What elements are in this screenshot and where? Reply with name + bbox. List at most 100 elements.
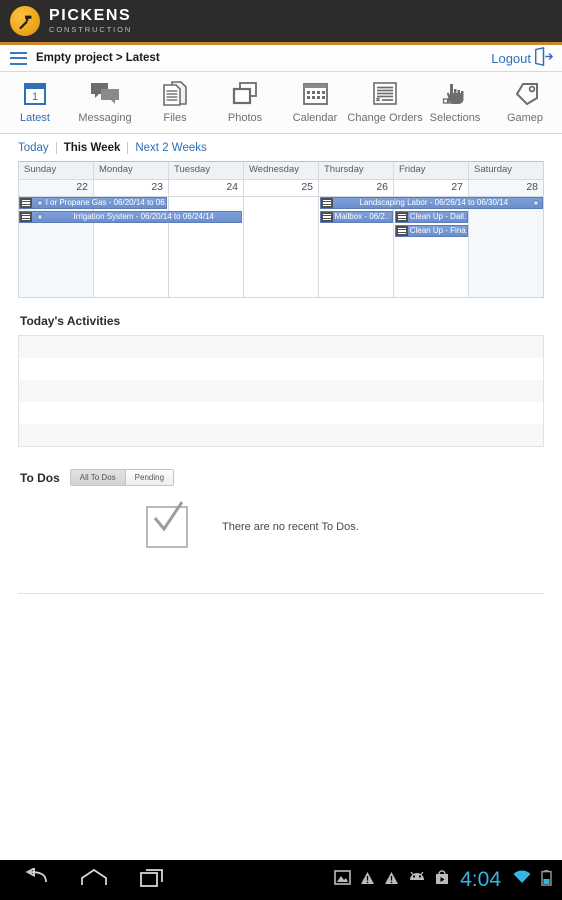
todos-filter-group: All To Dos Pending [69,469,175,486]
todos-header: To Dos All To Dos Pending [20,469,544,486]
calendar-wrapper: Sunday 22 Monday 23 Tuesday 24 Wednesday… [18,161,544,298]
calendar-day-one-icon: 1 [21,77,49,111]
calendar-column-thursday[interactable]: Thursday 26 [319,162,394,297]
warning-triangle-icon[interactable] [360,871,375,890]
chat-bubbles-icon [90,77,120,111]
calendar-event[interactable]: Irrigation System - 06/20/14 to 06/24/14 [19,211,243,223]
calendar-column-saturday[interactable]: Saturday 28 [469,162,543,297]
tab-next-2-weeks[interactable]: Next 2 Weeks [128,142,213,154]
todos-empty-message: There are no recent To Dos. [222,521,359,533]
nav-item-files[interactable]: Files [140,77,210,124]
photos-stack-icon [231,77,259,111]
logout-button[interactable]: Logout [491,47,554,69]
day-number: 22 [19,180,93,197]
day-body[interactable] [469,197,543,297]
tab-today[interactable]: Today [18,142,56,154]
event-lines-icon [20,212,32,222]
breadcrumb: Empty project > Latest [36,52,160,64]
event-start-dot [37,214,43,220]
brand-subtitle: CONSTRUCTION [49,25,133,35]
list-menu-icon[interactable] [10,51,27,65]
gameplan-tag-icon [510,77,540,111]
calendar-event-label: Clean Up - Dail.. [409,212,467,221]
day-number: 27 [394,180,468,197]
todos-filter-all[interactable]: All To Dos [70,470,125,485]
day-name: Saturday [469,162,543,180]
todos-title: To Dos [20,470,60,485]
screenshot-image-icon[interactable] [334,870,351,890]
activity-row [19,336,543,358]
day-number: 24 [169,180,243,197]
calendar-event[interactable]: Clean Up - Dail.. [394,211,468,223]
calendar-event-label: Irrigation System - 06/20/14 to 06/24/14 [73,212,214,221]
hand-pointer-icon [441,77,469,111]
calendar-event[interactable]: Landscaping Labor - 06/26/14 to 06/30/14 [319,197,543,209]
event-lines-icon [320,198,333,208]
calendar-event-label: Mailbox - 06/2.. [334,212,390,221]
system-clock: 4:04 [460,868,501,891]
event-lines-icon [395,226,408,236]
form-lines-icon [371,77,399,111]
calendar-event[interactable]: Mailbox - 06/2.. [319,211,393,223]
checkbox-checked-icon [146,501,188,548]
calendar-column-wednesday[interactable]: Wednesday 25 [244,162,319,297]
nav-item-selections[interactable]: Selections [420,77,490,124]
nav-item-label: Selections [429,112,481,124]
calendar-column-tuesday[interactable]: Tuesday 24 [169,162,244,297]
day-name: Tuesday [169,162,243,180]
event-lines-icon [20,198,32,208]
main-content: Today This Week Next 2 Weeks Sunday 22 M… [0,134,562,594]
android-system-bar: 4:04 [0,860,562,900]
todos-empty-state: There are no recent To Dos. [18,501,544,548]
nav-item-change-orders[interactable]: Change Orders [347,77,423,124]
tab-this-week[interactable]: This Week [57,142,128,154]
documents-icon [161,77,189,111]
wifi-icon[interactable] [512,870,532,890]
day-name: Sunday [19,162,93,180]
nav-item-label: Calendar [292,112,338,124]
nav-item-gameplan[interactable]: Gamep [490,77,560,124]
calendar-event[interactable]: Clean Up - Fina.. [394,225,468,237]
day-body[interactable] [244,197,318,297]
week-range-tabs: Today This Week Next 2 Weeks [18,134,544,161]
nav-item-messaging[interactable]: Messaging [70,77,140,124]
todos-filter-pending[interactable]: Pending [124,470,174,485]
recent-apps-icon[interactable] [140,868,166,893]
calendar-grid-icon [302,77,329,111]
day-name: Wednesday [244,162,318,180]
home-icon[interactable] [80,868,108,893]
activity-row [19,358,543,380]
nav-item-photos[interactable]: Photos [210,77,280,124]
day-number: 23 [94,180,168,197]
nav-item-label: Latest [20,112,50,124]
play-store-bag-icon[interactable] [435,870,449,890]
activity-row [19,424,543,446]
brand-name: PICKENS [49,7,132,25]
day-name: Monday [94,162,168,180]
section-divider [18,593,544,594]
day-number: 28 [469,180,543,197]
warning-triangle-icon[interactable] [384,871,399,890]
calendar-event-label: l or Propane Gas - 06/20/14 to 06.. [46,198,167,207]
day-name: Friday [394,162,468,180]
battery-icon[interactable] [541,869,552,891]
event-lines-icon [320,212,333,222]
nav-item-label: Change Orders [347,112,423,124]
main-navigation-toolbar: 1 Latest Messaging Files Photos Calendar… [0,72,562,134]
calendar-column-monday[interactable]: Monday 23 [94,162,169,297]
svg-text:1: 1 [32,91,38,103]
android-head-icon[interactable] [408,871,426,889]
activity-row [19,380,543,402]
event-start-dot [37,200,43,206]
calendar-event[interactable]: l or Propane Gas - 06/20/14 to 06.. [19,197,168,209]
app-brand-header: PICKENS CONSTRUCTION [0,0,562,45]
calendar-event-label: Landscaping Labor - 06/26/14 to 06/30/14 [359,198,509,207]
calendar-column-sunday[interactable]: Sunday 22 [19,162,94,297]
nav-item-calendar[interactable]: Calendar [280,77,350,124]
nav-item-label: Gamep [506,112,544,124]
activity-row [19,402,543,424]
nav-item-latest[interactable]: 1 Latest [0,77,70,124]
back-arrow-icon[interactable] [22,866,48,893]
calendar-event-label: Clean Up - Fina.. [409,226,467,235]
nav-item-label: Files [163,112,187,124]
